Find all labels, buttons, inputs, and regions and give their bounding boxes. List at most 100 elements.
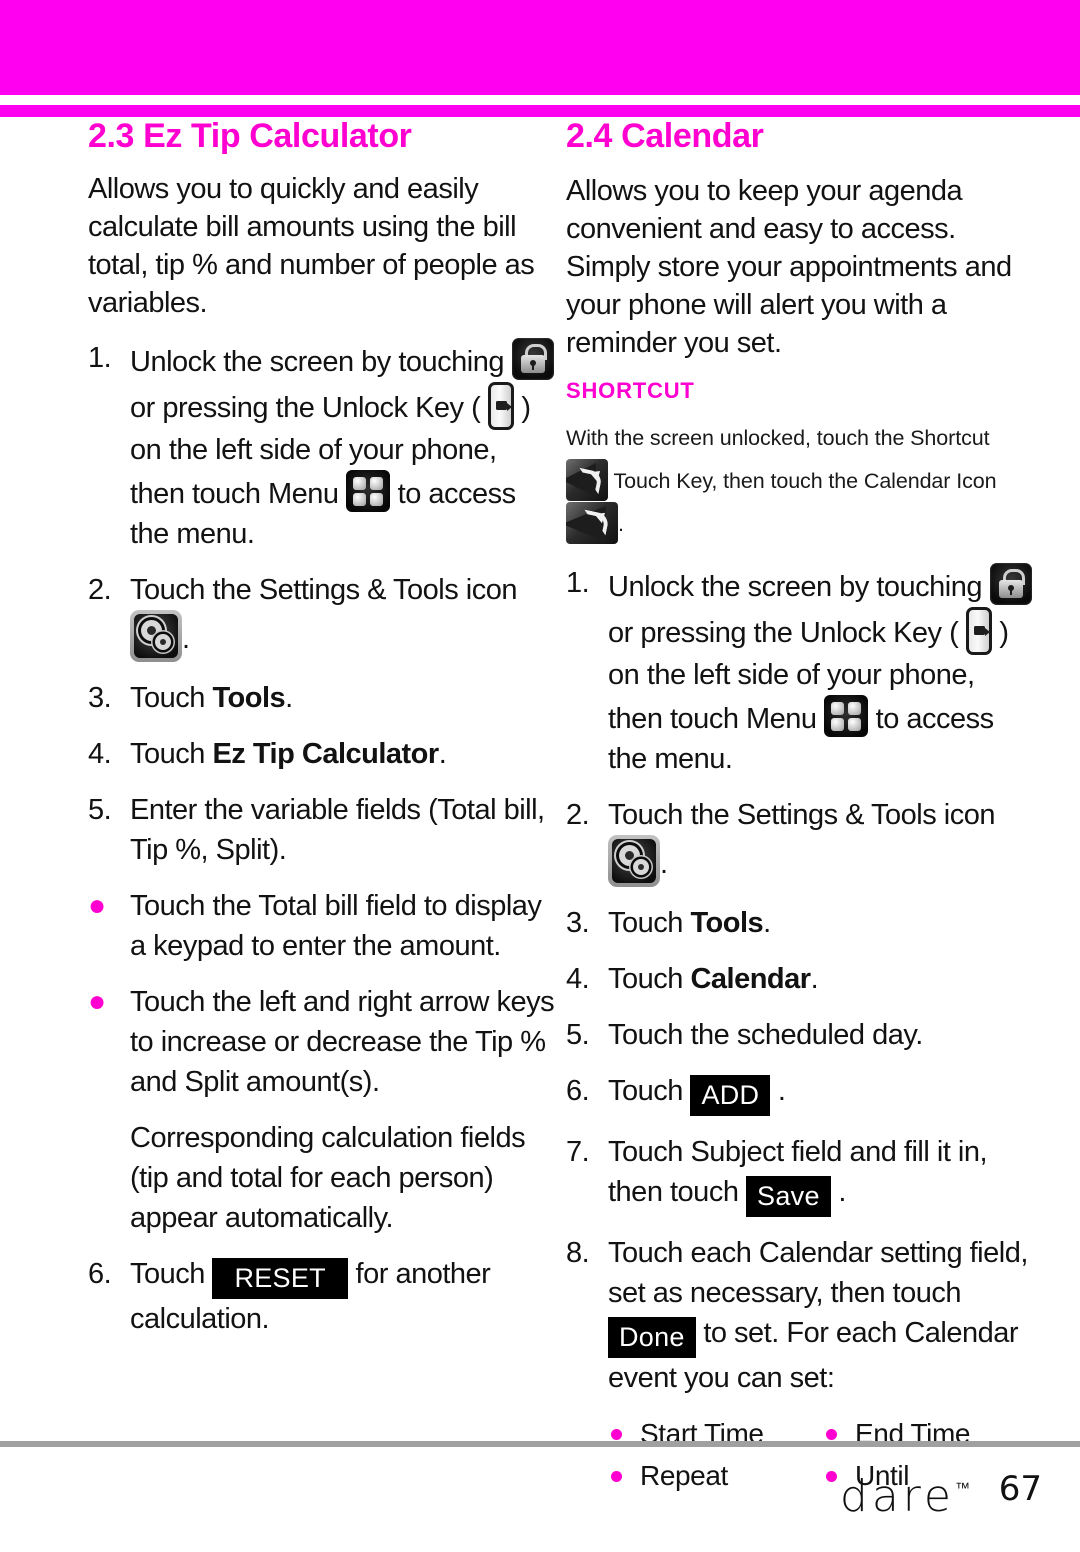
list-item: 2. Touch the Settings & Tools icon . <box>88 570 558 662</box>
step-text-a: Touch <box>130 1258 205 1290</box>
right-column: 2.4 Calendar Allows you to keep your age… <box>566 117 1036 1496</box>
brand-logo: dare™ <box>840 1462 970 1523</box>
left-steps-list: 1. Unlock the screen by touching or pres… <box>88 338 558 1339</box>
step-number: 3. <box>566 907 590 939</box>
list-item: Start Time <box>608 1414 823 1454</box>
bullet-marker: ● <box>88 889 106 922</box>
note-paragraph: Corresponding calculation fields (tip an… <box>88 1118 558 1238</box>
step-text-a: Touch the Settings & Tools icon <box>130 574 518 606</box>
list-item: 3. Touch Tools. <box>88 678 558 718</box>
step-text-b: or pressing the Unlock Key <box>130 392 464 424</box>
step-number: 2. <box>566 799 590 831</box>
step-text-a: Touch <box>608 1075 683 1107</box>
note-text: Corresponding calculation fields (tip an… <box>130 1122 526 1234</box>
step-text-c: ( <box>471 392 481 424</box>
step-text-a: Unlock the screen by touching <box>130 346 505 378</box>
page-title-secondary: 2.4 Calendar <box>566 117 764 155</box>
step-number: 4. <box>88 738 112 770</box>
bullet-text: Touch the left and right arrow keys to i… <box>130 986 555 1098</box>
shortcut-text-line2: Touch Key, then touch the Calendar Icon <box>613 469 997 493</box>
shortcut-description: With the screen unlocked, touch the Shor… <box>566 418 1036 545</box>
list-item: 7. Touch Subject field and fill it in, t… <box>566 1132 1036 1217</box>
section-intro-paragraph: Allows you to keep your agenda convenien… <box>566 175 1012 359</box>
step-emphasis: Tools <box>690 907 764 939</box>
step-text-c: ( <box>949 617 959 649</box>
list-item: 8. Touch each Calendar setting field, se… <box>566 1233 1036 1398</box>
step-text-b: . <box>838 1176 846 1208</box>
settings-tools-gear-icon <box>608 835 660 887</box>
done-button[interactable]: Done <box>608 1317 696 1358</box>
step-text-b: . <box>285 682 293 714</box>
step-text-b: . <box>763 907 771 939</box>
save-button[interactable]: Save <box>746 1176 831 1217</box>
step-text-b: or pressing the Unlock Key <box>608 617 942 649</box>
shortcut-text-line3: . <box>618 512 624 536</box>
header-accent-rule <box>0 105 1080 117</box>
list-item: 2. Touch the Settings & Tools icon . <box>566 795 1036 887</box>
step-text-b: . <box>182 623 190 655</box>
list-item: 1. Unlock the screen by touching or pres… <box>566 563 1036 779</box>
header-color-band <box>0 0 1080 95</box>
bullet-dot-icon <box>826 1429 837 1440</box>
step-text-a: Touch each Calendar setting field, set a… <box>608 1237 1028 1309</box>
step-emphasis: Ez Tip Calculator <box>212 738 439 770</box>
step-number: 5. <box>88 794 112 826</box>
list-item: 3. Touch Tools. <box>566 903 1036 943</box>
list-item: ● Touch the Total bill field to display … <box>88 886 558 966</box>
list-item: 5. Touch the scheduled day. <box>566 1015 1036 1055</box>
list-item: 1. Unlock the screen by touching or pres… <box>88 338 558 554</box>
left-column: 2.3 Ez Tip Calculator Allows you to quic… <box>88 117 558 1355</box>
step-text-a: Touch <box>130 682 213 714</box>
step-text-b: . <box>777 1075 786 1107</box>
step-emphasis: Calendar <box>690 963 811 995</box>
step-number: 6. <box>88 1258 112 1290</box>
page-footer: dare™ 67 <box>0 1462 1080 1522</box>
calendar-shortcut-icon <box>566 502 618 544</box>
step-number: 2. <box>88 574 112 606</box>
step-text-a: Touch <box>130 738 213 770</box>
page-content: 2.3 Ez Tip Calculator Allows you to quic… <box>0 117 1080 1491</box>
step-number: 4. <box>566 963 590 995</box>
lock-icon <box>511 338 554 380</box>
brand-name: dare <box>839 1471 955 1522</box>
lock-icon <box>989 563 1032 605</box>
list-item: End Time <box>823 1414 1036 1454</box>
step-number: 5. <box>566 1019 590 1051</box>
unlock-key-icon <box>487 382 514 430</box>
step-text-b: . <box>810 963 819 995</box>
menu-grid-icon <box>824 695 869 737</box>
list-item: 4. Touch Ez Tip Calculator. <box>88 734 558 774</box>
step-text-a: Unlock the screen by touching <box>608 571 983 603</box>
step-text-a: Touch the Settings & Tools icon <box>608 799 996 831</box>
bullet-marker: ● <box>88 985 106 1018</box>
list-item: ● Touch the left and right arrow keys to… <box>88 982 558 1102</box>
page-number: 67 <box>998 1469 1042 1509</box>
step-number: 1. <box>88 342 112 374</box>
step-number: 7. <box>566 1136 590 1168</box>
step-number: 1. <box>566 567 590 599</box>
right-steps-list: 1. Unlock the screen by touching or pres… <box>566 563 1036 1398</box>
list-item: 4. Touch Calendar. <box>566 959 1036 999</box>
step-text-b: . <box>660 848 668 880</box>
step-text-a: Enter the variable fields (Total bill, T… <box>130 794 545 866</box>
list-item: 6. Touch ADD . <box>566 1071 1036 1116</box>
step-text-b: . <box>438 738 447 770</box>
bullet-dot-icon <box>611 1429 622 1440</box>
add-button[interactable]: ADD <box>690 1075 771 1116</box>
shortcut-heading: SHORTCUT <box>566 378 695 403</box>
shortcut-touch-key-icon <box>566 459 608 501</box>
step-text-a: Touch the scheduled day. <box>608 1019 923 1051</box>
settings-tools-gear-icon <box>130 610 182 662</box>
step-number: 3. <box>88 682 112 714</box>
bullet-text: Touch the Total bill field to display a … <box>130 890 542 962</box>
step-number: 6. <box>566 1075 590 1107</box>
list-item: 5. Enter the variable fields (Total bill… <box>88 790 558 870</box>
step-number: 8. <box>566 1237 590 1269</box>
unlock-key-icon <box>965 607 992 655</box>
footer-divider <box>0 1441 1080 1447</box>
step-emphasis: Tools <box>212 682 286 714</box>
step-text-a: Touch <box>608 963 691 995</box>
page-title: 2.3 Ez Tip Calculator <box>88 117 412 155</box>
reset-button[interactable]: RESET <box>212 1258 348 1299</box>
trademark-symbol: ™ <box>955 1479 970 1497</box>
